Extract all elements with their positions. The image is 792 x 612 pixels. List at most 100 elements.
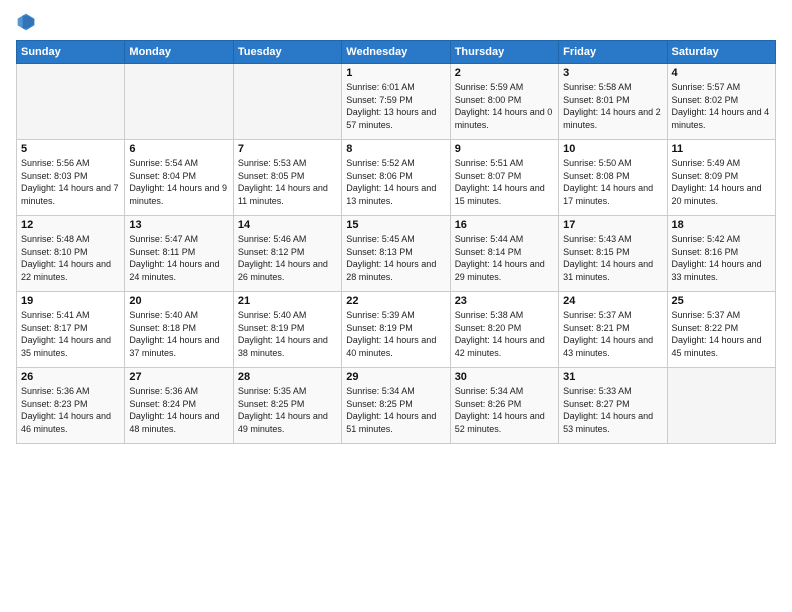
calendar-header: SundayMondayTuesdayWednesdayThursdayFrid…: [17, 41, 776, 64]
day-number: 7: [238, 143, 337, 155]
day-number: 31: [563, 371, 662, 383]
calendar-cell: [667, 368, 775, 444]
day-info: Sunrise: 5:44 AMSunset: 8:14 PMDaylight:…: [455, 233, 554, 283]
calendar-cell: 17Sunrise: 5:43 AMSunset: 8:15 PMDayligh…: [559, 216, 667, 292]
calendar-cell: 26 Sunrise: 5:36 AMSunset: 8:23 PMDayligh…: [17, 368, 125, 444]
calendar-cell: 30 Sunrise: 5:34 AMSunset: 8:26 PMDayligh…: [450, 368, 558, 444]
day-number: 18: [672, 219, 771, 231]
day-number: 3: [563, 67, 662, 79]
day-number: 1: [346, 67, 445, 79]
day-info: Sunrise: 5:53 AMSunset: 8:05 PMDaylight:…: [238, 157, 337, 207]
day-number: 14: [238, 219, 337, 231]
calendar-week-5: 26 Sunrise: 5:36 AMSunset: 8:23 PMDayligh…: [17, 368, 776, 444]
logo: [16, 12, 38, 32]
day-info: Sunrise: 5:47 AMSunset: 8:11 PMDaylight:…: [129, 233, 228, 283]
calendar-week-3: 12 Sunrise: 5:48 AMSunset: 8:10 PMDayligh…: [17, 216, 776, 292]
day-number: 13: [129, 219, 228, 231]
logo-icon: [16, 12, 36, 32]
day-info: Sunrise: 5:36 AMSunset: 8:24 PMDaylight:…: [129, 385, 228, 435]
weekday-header-saturday: Saturday: [667, 41, 775, 64]
page-header: [16, 12, 776, 32]
day-number: 22: [346, 295, 445, 307]
calendar-cell: 3 Sunrise: 5:58 AMSunset: 8:01 PMDaylight…: [559, 64, 667, 140]
day-number: 6: [129, 143, 228, 155]
calendar-cell: 25 Sunrise: 5:37 AMSunset: 8:22 PMDayligh…: [667, 292, 775, 368]
calendar-cell: 6Sunrise: 5:54 AMSunset: 8:04 PMDaylight…: [125, 140, 233, 216]
day-number: 24: [563, 295, 662, 307]
weekday-header-monday: Monday: [125, 41, 233, 64]
day-number: 21: [238, 295, 337, 307]
calendar-week-2: 5 Sunrise: 5:56 AMSunset: 8:03 PMDaylight…: [17, 140, 776, 216]
calendar-cell: 22 Sunrise: 5:39 AMSunset: 8:19 PMDayligh…: [342, 292, 450, 368]
day-number: 30: [455, 371, 554, 383]
day-number: 11: [672, 143, 771, 155]
calendar-cell: 9 Sunrise: 5:51 AMSunset: 8:07 PMDaylight…: [450, 140, 558, 216]
weekday-header-sunday: Sunday: [17, 41, 125, 64]
day-number: 28: [238, 371, 337, 383]
weekday-header-thursday: Thursday: [450, 41, 558, 64]
day-number: 29: [346, 371, 445, 383]
weekday-header-friday: Friday: [559, 41, 667, 64]
calendar-week-1: 1 Sunrise: 6:01 AMSunset: 7:59 PMDaylight…: [17, 64, 776, 140]
day-info: Sunrise: 5:37 AMSunset: 8:21 PMDaylight:…: [563, 309, 662, 359]
day-info: Sunrise: 5:36 AMSunset: 8:23 PMDaylight:…: [21, 385, 120, 435]
day-info: Sunrise: 5:51 AMSunset: 8:07 PMDaylight:…: [455, 157, 554, 207]
day-info: Sunrise: 6:01 AMSunset: 7:59 PMDaylight:…: [346, 81, 445, 131]
day-info: Sunrise: 5:35 AMSunset: 8:25 PMDaylight:…: [238, 385, 337, 435]
calendar-cell: 13 Sunrise: 5:47 AMSunset: 8:11 PMDayligh…: [125, 216, 233, 292]
calendar-cell: 31 Sunrise: 5:33 AMSunset: 8:27 PMDayligh…: [559, 368, 667, 444]
day-number: 12: [21, 219, 120, 231]
day-info: Sunrise: 5:46 AMSunset: 8:12 PMDaylight:…: [238, 233, 337, 283]
calendar-cell: [125, 64, 233, 140]
day-number: 27: [129, 371, 228, 383]
day-number: 2: [455, 67, 554, 79]
day-number: 9: [455, 143, 554, 155]
day-info: Sunrise: 5:59 AMSunset: 8:00 PMDaylight:…: [455, 81, 554, 131]
calendar-table: SundayMondayTuesdayWednesdayThursdayFrid…: [16, 40, 776, 444]
day-info: Sunrise: 5:37 AMSunset: 8:22 PMDaylight:…: [672, 309, 771, 359]
calendar-cell: 8 Sunrise: 5:52 AMSunset: 8:06 PMDaylight…: [342, 140, 450, 216]
day-number: 25: [672, 295, 771, 307]
calendar-cell: [17, 64, 125, 140]
day-info: Sunrise: 5:50 AMSunset: 8:08 PMDaylight:…: [563, 157, 662, 207]
day-number: 20: [129, 295, 228, 307]
day-number: 10: [563, 143, 662, 155]
calendar-cell: 21 Sunrise: 5:40 AMSunset: 8:19 PMDayligh…: [233, 292, 341, 368]
day-number: 23: [455, 295, 554, 307]
calendar-cell: 4 Sunrise: 5:57 AMSunset: 8:02 PMDaylight…: [667, 64, 775, 140]
weekday-header-tuesday: Tuesday: [233, 41, 341, 64]
day-info: Sunrise: 5:57 AMSunset: 8:02 PMDaylight:…: [672, 81, 771, 131]
calendar-cell: 19Sunrise: 5:41 AMSunset: 8:17 PMDayligh…: [17, 292, 125, 368]
day-info: Sunrise: 5:52 AMSunset: 8:06 PMDaylight:…: [346, 157, 445, 207]
calendar-cell: 16 Sunrise: 5:44 AMSunset: 8:14 PMDayligh…: [450, 216, 558, 292]
day-info: Sunrise: 5:34 AMSunset: 8:26 PMDaylight:…: [455, 385, 554, 435]
day-number: 4: [672, 67, 771, 79]
calendar-cell: [233, 64, 341, 140]
day-number: 5: [21, 143, 120, 155]
day-info: Sunrise: 5:41 AMSunset: 8:17 PMDaylight:…: [21, 309, 120, 359]
day-info: Sunrise: 5:48 AMSunset: 8:10 PMDaylight:…: [21, 233, 120, 283]
calendar-cell: 18Sunrise: 5:42 AMSunset: 8:16 PMDayligh…: [667, 216, 775, 292]
day-info: Sunrise: 5:38 AMSunset: 8:20 PMDaylight:…: [455, 309, 554, 359]
calendar-cell: 1 Sunrise: 6:01 AMSunset: 7:59 PMDaylight…: [342, 64, 450, 140]
day-number: 26: [21, 371, 120, 383]
calendar-cell: 10 Sunrise: 5:50 AMSunset: 8:08 PMDayligh…: [559, 140, 667, 216]
day-number: 16: [455, 219, 554, 231]
day-info: Sunrise: 5:34 AMSunset: 8:25 PMDaylight:…: [346, 385, 445, 435]
calendar-cell: 14 Sunrise: 5:46 AMSunset: 8:12 PMDayligh…: [233, 216, 341, 292]
weekday-header-wednesday: Wednesday: [342, 41, 450, 64]
calendar-cell: 2 Sunrise: 5:59 AMSunset: 8:00 PMDaylight…: [450, 64, 558, 140]
calendar-cell: 29 Sunrise: 5:34 AMSunset: 8:25 PMDayligh…: [342, 368, 450, 444]
day-info: Sunrise: 5:40 AMSunset: 8:18 PMDaylight:…: [129, 309, 228, 359]
day-info: Sunrise: 5:39 AMSunset: 8:19 PMDaylight:…: [346, 309, 445, 359]
calendar-week-4: 19Sunrise: 5:41 AMSunset: 8:17 PMDayligh…: [17, 292, 776, 368]
calendar-cell: 20 Sunrise: 5:40 AMSunset: 8:18 PMDayligh…: [125, 292, 233, 368]
day-number: 15: [346, 219, 445, 231]
day-info: Sunrise: 5:56 AMSunset: 8:03 PMDaylight:…: [21, 157, 120, 207]
day-info: Sunrise: 5:33 AMSunset: 8:27 PMDaylight:…: [563, 385, 662, 435]
calendar-cell: 11Sunrise: 5:49 AMSunset: 8:09 PMDayligh…: [667, 140, 775, 216]
calendar-cell: 24 Sunrise: 5:37 AMSunset: 8:21 PMDayligh…: [559, 292, 667, 368]
day-number: 8: [346, 143, 445, 155]
day-info: Sunrise: 5:40 AMSunset: 8:19 PMDaylight:…: [238, 309, 337, 359]
day-info: Sunrise: 5:58 AMSunset: 8:01 PMDaylight:…: [563, 81, 662, 131]
